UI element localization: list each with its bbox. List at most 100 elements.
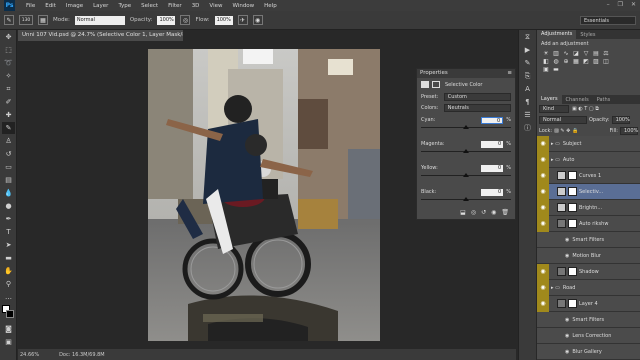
cyan-slider[interactable]: [421, 125, 511, 129]
cyan-value[interactable]: 0: [481, 116, 504, 124]
document-image[interactable]: [148, 49, 380, 341]
posterize-icon[interactable]: ▨: [591, 57, 601, 65]
layer-row[interactable]: ◉ Blur Gallery: [537, 344, 640, 360]
menu-view[interactable]: View: [204, 3, 227, 9]
brush-tool-icon[interactable]: ✎: [2, 122, 15, 134]
actions-panel-icon[interactable]: ▶: [521, 44, 534, 56]
screen-mode-icon[interactable]: ▣: [2, 336, 15, 348]
pen-tool-icon[interactable]: ✒: [2, 213, 15, 225]
tab-channels[interactable]: Channels: [562, 97, 593, 103]
brush-panel-icon[interactable]: ▦: [38, 15, 48, 25]
layer-opacity-field[interactable]: 100%: [611, 115, 630, 124]
menu-select[interactable]: Select: [136, 3, 163, 9]
effect-visibility-icon[interactable]: ◉: [565, 237, 569, 243]
mode-select[interactable]: Normal: [74, 15, 125, 25]
character-panel-icon[interactable]: A: [521, 83, 534, 95]
properties-panel-icon[interactable]: ☰: [521, 109, 534, 121]
clip-to-layer-icon[interactable]: ⬓: [460, 209, 466, 216]
hand-tool-icon[interactable]: ✋: [2, 265, 15, 277]
layer-mask-thumbnail[interactable]: [568, 219, 577, 228]
path-select-tool-icon[interactable]: ➤: [2, 239, 15, 251]
type-tool-icon[interactable]: T: [2, 226, 15, 238]
layer-row[interactable]: ◉ ▸ ▭ Auto: [537, 151, 640, 168]
filter-icons[interactable]: ▣ ◐ T ▢ ⧉: [572, 106, 599, 112]
move-tool-icon[interactable]: ✥: [2, 31, 15, 43]
visibility-eye-icon[interactable]: [537, 344, 549, 360]
lasso-tool-icon[interactable]: ➰: [2, 57, 15, 69]
pressure-size-icon[interactable]: ◉: [252, 15, 263, 25]
menu-edit[interactable]: Edit: [40, 3, 61, 9]
effect-visibility-icon[interactable]: ◉: [565, 253, 569, 259]
tab-paths[interactable]: Paths: [593, 97, 615, 103]
flow-field[interactable]: 100%: [214, 15, 233, 25]
panel-menu-icon[interactable]: ≡: [507, 70, 512, 77]
black-white-icon[interactable]: ◧: [541, 57, 551, 65]
opacity-field[interactable]: 100%: [157, 15, 176, 25]
gradient-map-icon[interactable]: ▬: [551, 65, 561, 73]
mask-icon[interactable]: [432, 81, 440, 88]
menu-image[interactable]: Image: [61, 3, 88, 9]
color-swatches[interactable]: [2, 305, 14, 321]
folder-icon[interactable]: ▸ ▭: [551, 141, 560, 147]
fill-field[interactable]: 100%: [620, 126, 638, 135]
invert-icon[interactable]: ◩: [581, 57, 591, 65]
blend-mode-select[interactable]: Normal: [539, 115, 587, 124]
close-button[interactable]: ✕: [631, 1, 636, 8]
more-tools-icon[interactable]: …: [2, 291, 15, 303]
airbrush-icon[interactable]: ✈: [237, 15, 248, 25]
visibility-eye-icon[interactable]: ◉: [537, 167, 549, 184]
menu-window[interactable]: Window: [227, 3, 259, 9]
layer-mask-thumbnail[interactable]: [568, 203, 577, 212]
hue-sat-icon[interactable]: ▤: [591, 49, 601, 57]
effect-visibility-icon[interactable]: ◉: [565, 333, 569, 339]
layer-row[interactable]: ◉ Brightn...: [537, 199, 640, 216]
colors-select[interactable]: Neutrals: [443, 103, 511, 112]
magenta-value[interactable]: 0: [481, 140, 504, 148]
crop-tool-icon[interactable]: ⌗: [2, 83, 15, 95]
effect-visibility-icon[interactable]: ◉: [565, 349, 569, 355]
info-panel-icon[interactable]: ⓘ: [521, 122, 534, 134]
cyan-slider-thumb[interactable]: [463, 125, 469, 129]
visibility-eye-icon[interactable]: ◉: [537, 135, 549, 152]
visibility-eye-icon[interactable]: ◉: [537, 183, 549, 200]
tab-styles[interactable]: Styles: [576, 32, 599, 38]
dodge-tool-icon[interactable]: ●: [2, 200, 15, 212]
yellow-slider[interactable]: [421, 173, 511, 177]
visibility-eye-icon[interactable]: ◉: [537, 279, 549, 296]
properties-tab[interactable]: Properties: [420, 70, 448, 77]
brush-preset-picker[interactable]: 130: [19, 15, 33, 25]
layer-row[interactable]: ◉ Auto rikshw: [537, 215, 640, 232]
stamp-tool-icon[interactable]: ♙: [2, 135, 15, 147]
levels-icon[interactable]: ▥: [551, 49, 561, 57]
layer-row[interactable]: ◉ Motion Blur: [537, 248, 640, 264]
menu-filter[interactable]: Filter: [163, 3, 187, 9]
brush-tool-icon[interactable]: ✎: [4, 15, 14, 25]
layer-row[interactable]: ◉ ▸ ▭ Subject: [537, 135, 640, 152]
kind-filter[interactable]: Kind: [539, 105, 569, 113]
history-panel-icon[interactable]: ⧖: [521, 31, 534, 43]
layer-row[interactable]: ◉ Lens Correction: [537, 328, 640, 344]
minimize-button[interactable]: –: [607, 1, 610, 8]
threshold-icon[interactable]: ◫: [601, 57, 611, 65]
quick-select-tool-icon[interactable]: ✧: [2, 70, 15, 82]
layer-row[interactable]: ◉ Smart Filters: [537, 312, 640, 328]
paragraph-panel-icon[interactable]: ¶: [521, 96, 534, 108]
layer-row[interactable]: ◉ Smart Filters: [537, 232, 640, 248]
brightness-icon[interactable]: ☀: [541, 49, 551, 57]
black-value[interactable]: 0: [481, 188, 504, 196]
black-slider-thumb[interactable]: [463, 197, 469, 201]
visibility-eye-icon[interactable]: [537, 248, 549, 264]
yellow-slider-thumb[interactable]: [463, 173, 469, 177]
visibility-eye-icon[interactable]: ◉: [537, 151, 549, 168]
healing-tool-icon[interactable]: ✚: [2, 109, 15, 121]
color-balance-icon[interactable]: ⚖: [601, 49, 611, 57]
lock-icons[interactable]: ▨ ✎ ✥ 🔒: [554, 128, 578, 134]
color-lookup-icon[interactable]: ▦: [571, 57, 581, 65]
menu-file[interactable]: File: [21, 3, 40, 9]
tab-layers[interactable]: Layers: [537, 95, 562, 104]
zoom-level[interactable]: 24.66%: [20, 352, 39, 358]
blur-tool-icon[interactable]: 💧: [2, 187, 15, 199]
zoom-tool-icon[interactable]: ⚲: [2, 278, 15, 290]
visibility-eye-icon[interactable]: [537, 328, 549, 344]
folder-icon[interactable]: ▸ ▭: [551, 285, 560, 291]
